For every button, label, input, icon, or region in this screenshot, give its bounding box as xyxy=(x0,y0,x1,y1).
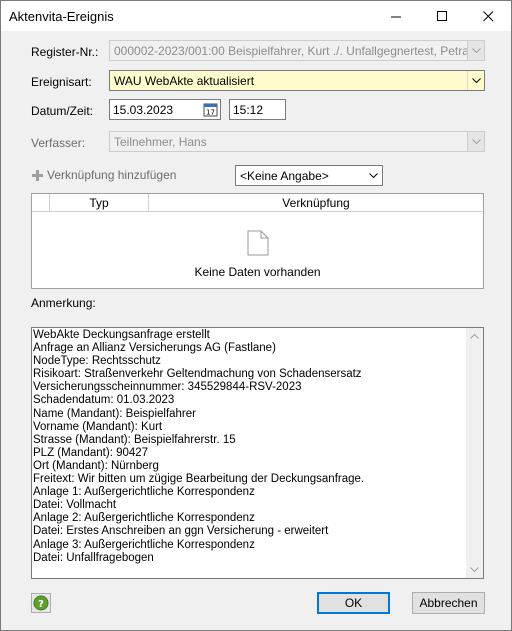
column-header-verknuepfung[interactable]: Verknüpfung xyxy=(149,194,483,211)
datum-label: Datum/Zeit: xyxy=(31,104,94,118)
empty-document-icon xyxy=(247,230,269,256)
remarks-line: Anfrage an Allianz Versicherungs AG (Fas… xyxy=(33,342,276,355)
register-combobox[interactable]: 000002-2023/001:00 Beispielfahrer, Kurt … xyxy=(109,40,485,61)
help-icon: ? xyxy=(31,593,51,613)
scroll-up-icon[interactable] xyxy=(470,334,479,339)
verfasser-value: Teilnehmer, Hans xyxy=(114,134,207,149)
window-title: Aktenvita-Ereignis xyxy=(9,9,114,24)
remarks-label: Anmerkung: xyxy=(31,296,96,310)
register-value: 000002-2023/001:00 Beispielfahrer, Kurt … xyxy=(114,43,469,58)
minimize-icon xyxy=(390,16,401,17)
remarks-line: Datei: Unfallfragebogen xyxy=(33,551,154,564)
verfasser-label: Verfasser: xyxy=(31,136,86,150)
vertical-scrollbar[interactable] xyxy=(466,328,483,578)
remarks-line: Versicherungsscheinnummer: 345529844-RSV… xyxy=(33,381,302,394)
chevron-down-icon xyxy=(467,132,484,151)
maximize-icon xyxy=(436,10,447,21)
calendar-icon[interactable]: 17 xyxy=(203,102,218,117)
add-link-label: Verknüpfung hinzufügen xyxy=(47,168,177,182)
close-button[interactable] xyxy=(465,1,511,31)
remarks-line: Anlage 3: Außergerichtliche Korresponden… xyxy=(33,538,255,551)
title-bar[interactable]: Aktenvita-Ereignis xyxy=(1,1,511,31)
empty-state-text: Keine Daten vorhanden xyxy=(194,265,321,279)
scroll-down-icon[interactable] xyxy=(470,567,479,572)
chevron-down-icon xyxy=(467,41,484,60)
remarks-line: Strasse (Mandant): Beispielfahrerstr. 15 xyxy=(33,433,236,446)
ereignisart-label: Ereignisart: xyxy=(31,75,92,89)
minimize-button[interactable] xyxy=(373,1,419,31)
remarks-line: Datei: Erstes Anschreiben an ggn Versich… xyxy=(33,525,329,538)
help-button[interactable]: ? xyxy=(31,593,51,613)
links-grid[interactable]: Typ Verknüpfung Keine Daten vorhanden xyxy=(31,193,484,289)
ok-button[interactable]: OK xyxy=(317,592,390,614)
remarks-line: Ort (Mandant): Nürnberg xyxy=(33,459,159,472)
remarks-line: Schadendatum: 01.03.2023 xyxy=(33,394,175,407)
remarks-line: Datei: Vollmacht xyxy=(33,499,117,512)
remarks-line: Vorname (Mandant): Kurt xyxy=(33,420,163,433)
chevron-down-icon xyxy=(365,166,382,185)
add-link-button[interactable]: Verknüpfung hinzufügen xyxy=(31,166,176,184)
remarks-textarea[interactable]: WebAkte Deckungsanfrage erstellt Anfrage… xyxy=(31,327,484,579)
close-icon xyxy=(482,10,493,21)
maximize-button[interactable] xyxy=(419,1,465,31)
svg-text:?: ? xyxy=(38,599,44,610)
remarks-line: Anlage 1: Außergerichtliche Korresponden… xyxy=(33,486,255,499)
plus-icon xyxy=(32,169,43,181)
ereignisart-value: WAU WebAkte aktualisiert xyxy=(114,73,255,88)
register-label: Register-Nr.: xyxy=(31,45,99,59)
dialog-window: Aktenvita-Ereignis Register-Nr.: 000002-… xyxy=(0,0,512,631)
date-value: 15.03.2023 xyxy=(113,102,174,117)
date-field[interactable]: 15.03.2023 17 xyxy=(109,99,221,120)
cancel-button[interactable]: Abbrechen xyxy=(412,592,485,614)
link-filter-value: <Keine Angabe> xyxy=(240,168,329,183)
verfasser-combobox[interactable]: Teilnehmer, Hans xyxy=(109,131,485,152)
time-value: 15:12 xyxy=(233,102,264,117)
remarks-line: PLZ (Mandant): 90427 xyxy=(33,446,149,459)
chevron-down-icon xyxy=(467,71,484,90)
link-filter-combobox[interactable]: <Keine Angabe> xyxy=(235,165,383,186)
grid-indicator-column xyxy=(32,194,50,211)
time-field[interactable]: 15:12 xyxy=(229,99,286,120)
column-header-typ[interactable]: Typ xyxy=(50,194,149,211)
remarks-line: NodeType: Rechtsschutz xyxy=(33,355,161,368)
grid-header: Typ Verknüpfung xyxy=(32,194,483,212)
remarks-line: Anlage 2: Außergerichtliche Korresponden… xyxy=(33,512,255,525)
remarks-text: WebAkte Deckungsanfrage erstellt Anfrage… xyxy=(33,329,465,565)
remarks-line: WebAkte Deckungsanfrage erstellt xyxy=(33,329,210,341)
svg-text:17: 17 xyxy=(206,109,215,117)
remarks-line: Name (Mandant): Beispielfahrer xyxy=(33,407,196,420)
remarks-line: Freitext: Wir bitten um zügige Bearbeitu… xyxy=(33,473,365,486)
remarks-line: Risikoart: Straßenverkehr Geltendmachung… xyxy=(33,368,362,381)
ereignisart-combobox[interactable]: WAU WebAkte aktualisiert xyxy=(109,70,485,91)
